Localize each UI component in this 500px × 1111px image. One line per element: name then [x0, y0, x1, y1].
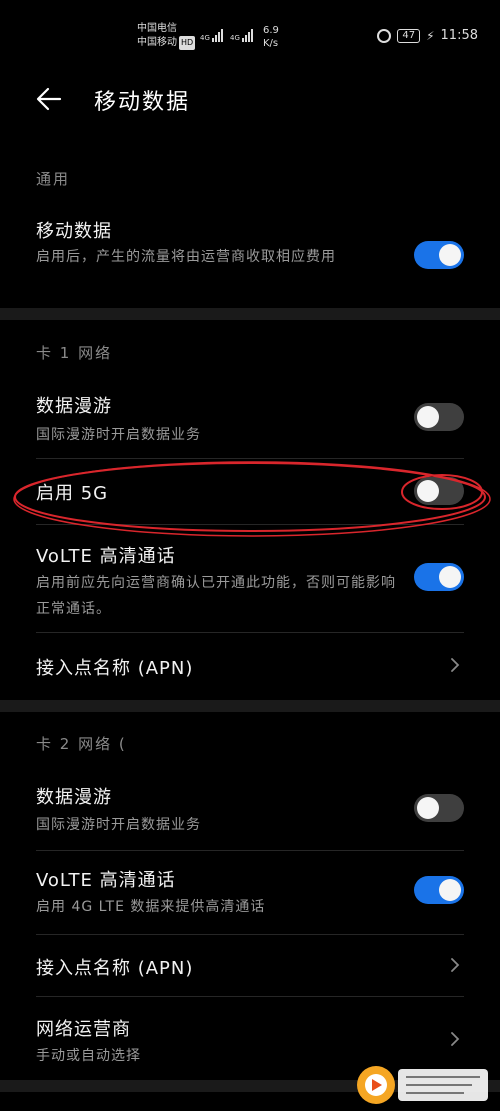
- sim2-roaming-subtitle: 国际漫游时开启数据业务: [36, 817, 201, 833]
- divider: [36, 458, 464, 459]
- section-label-sim2: 卡 2 网络 (: [36, 735, 127, 753]
- chevron-right-icon: [451, 1032, 460, 1046]
- signal-2-icon: 4G: [230, 28, 254, 44]
- network-operator-subtitle: 手动或自动选择: [36, 1048, 141, 1064]
- app-bar: 移动数据: [0, 70, 500, 130]
- sim1-roaming-title: 数据漫游: [36, 396, 112, 417]
- sim1-apn-title: 接入点名称 (APN): [36, 658, 194, 679]
- enable-5g-toggle[interactable]: [414, 477, 464, 505]
- section-separator: [0, 308, 500, 320]
- hd-badge: HD: [179, 36, 196, 50]
- sim2-volte-title: VoLTE 高清通话: [36, 870, 176, 891]
- carrier-2-label: 中国移动: [137, 37, 177, 48]
- sim2-apn-title: 接入点名称 (APN): [36, 958, 194, 979]
- sim2-roaming-title: 数据漫游: [36, 787, 112, 808]
- divider: [36, 524, 464, 525]
- chevron-right-icon: [451, 658, 460, 672]
- enable-5g-title: 启用 5G: [36, 483, 109, 504]
- divider: [36, 996, 464, 997]
- divider: [36, 850, 464, 851]
- carrier-1-label: 中国电信: [137, 23, 177, 34]
- divider: [36, 632, 464, 633]
- speed-value: 6.9: [263, 25, 279, 36]
- sim1-volte-title: VoLTE 高清通话: [36, 546, 176, 567]
- charging-icon: ⚡: [426, 28, 435, 43]
- carrier-info: 中国电信 中国移动 HD: [137, 22, 196, 50]
- page-title: 移动数据: [94, 90, 191, 115]
- clock: 11:58: [440, 28, 478, 43]
- speed-unit: K/s: [263, 38, 279, 49]
- mobile-data-toggle[interactable]: [414, 241, 464, 269]
- section-label-general: 通用: [36, 170, 71, 188]
- signal-1-icon: 4G: [200, 28, 224, 44]
- network-type-1: 4G: [200, 34, 210, 42]
- back-arrow-icon[interactable]: [34, 84, 64, 114]
- sim1-roaming-toggle[interactable]: [414, 403, 464, 431]
- sim1-volte-toggle[interactable]: [414, 563, 464, 591]
- divider: [36, 934, 464, 935]
- mobile-data-subtitle: 启用后，产生的流量将由运营商收取相应费用: [36, 249, 336, 265]
- sim2-volte-toggle[interactable]: [414, 876, 464, 904]
- chevron-right-icon: [451, 958, 460, 972]
- status-bar: 中国电信 中国移动 HD 4G 4G 6.9 K/s 47 ⚡ 11:58: [0, 0, 500, 70]
- network-speed: 6.9 K/s: [263, 24, 279, 50]
- sim1-roaming-subtitle: 国际漫游时开启数据业务: [36, 427, 201, 443]
- mobile-data-title: 移动数据: [36, 221, 112, 242]
- network-operator-title: 网络运营商: [36, 1019, 131, 1040]
- sim2-volte-subtitle: 启用 4G LTE 数据来提供高清通话: [36, 899, 266, 915]
- watermark-logo: [357, 1066, 488, 1104]
- status-right: 47 ⚡ 11:58: [377, 28, 478, 43]
- network-type-2: 4G: [230, 34, 240, 42]
- alarm-icon: [377, 28, 392, 43]
- section-separator: [0, 700, 500, 712]
- battery-icon: 47: [397, 28, 421, 43]
- sim1-volte-subtitle: 启用前应先向运营商确认已开通此功能，否则可能影响正常通话。: [36, 575, 396, 617]
- sim2-roaming-toggle[interactable]: [414, 794, 464, 822]
- section-label-sim1: 卡 1 网络: [36, 344, 113, 362]
